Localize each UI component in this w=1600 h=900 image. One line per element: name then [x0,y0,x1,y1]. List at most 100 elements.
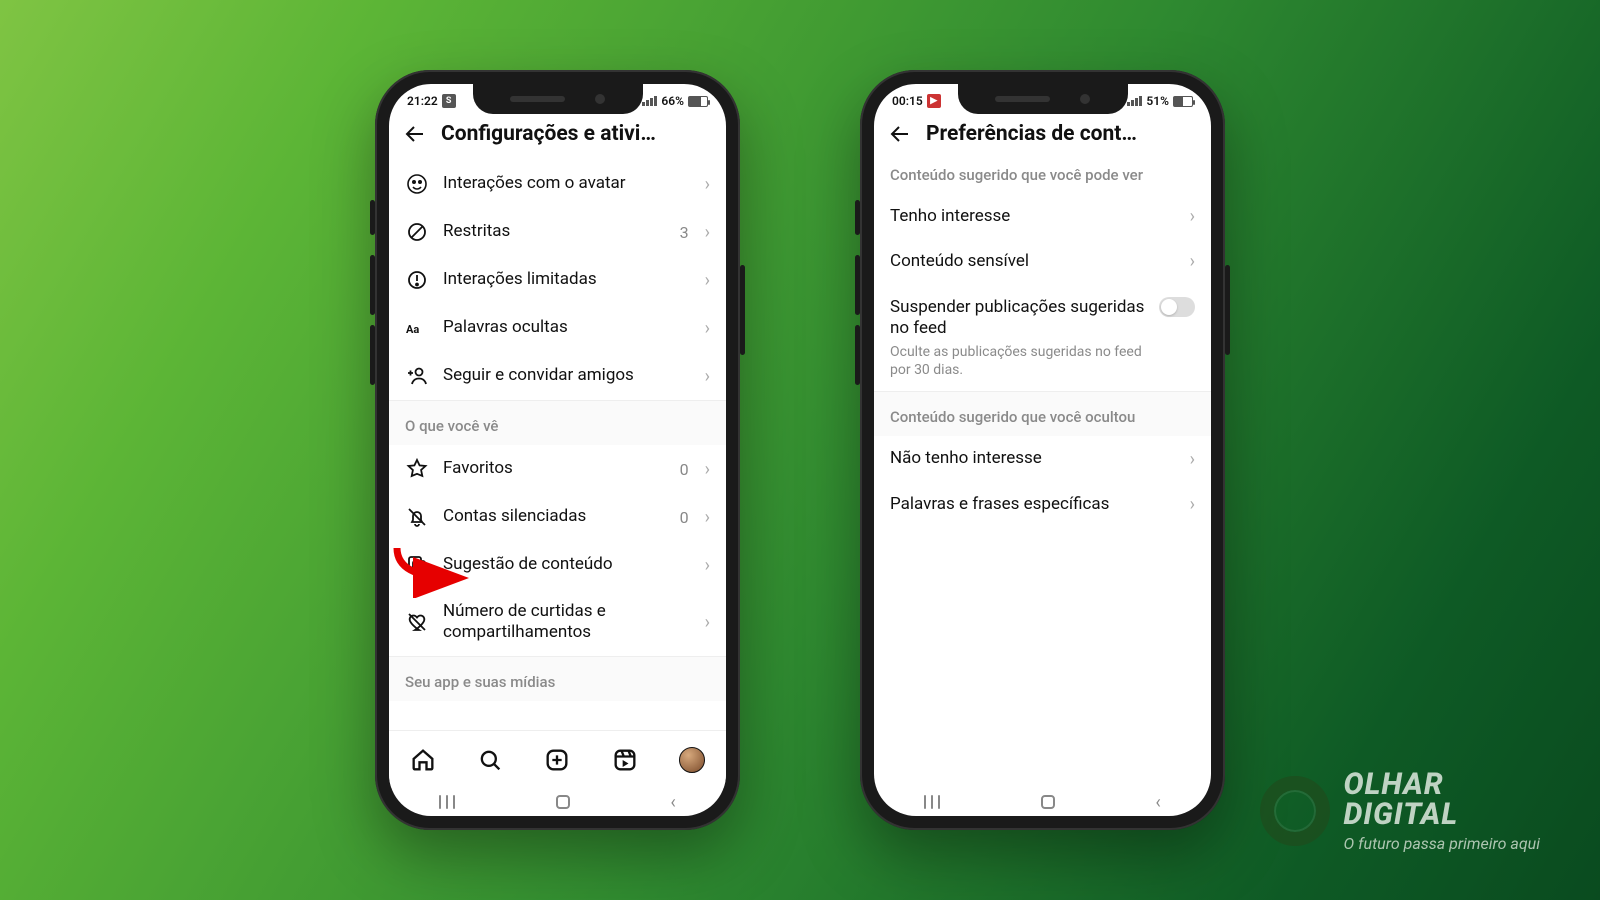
section-suggested-see: Conteúdo sugerido que você pode ver [874,160,1211,194]
toggle-switch[interactable] [1159,297,1195,317]
row-avatar-interactions[interactable]: Interações com o avatar › [389,160,726,208]
row-label: Restritas [443,221,666,242]
phone-frame-2: 00:15 ▶ 51% Preferências de cont… Conteú… [860,70,1225,830]
chevron-right-icon: › [705,459,710,480]
chevron-right-icon: › [705,555,710,576]
chevron-right-icon: › [1190,206,1195,227]
signal-icon [1127,96,1142,106]
phone1-screen: 21:22 S 66% Configurações e ativi… [389,84,726,816]
preferences-list: Conteúdo sugerido que você pode ver Tenh… [874,160,1211,782]
chevron-right-icon: › [705,174,710,195]
row-meta: 0 [680,460,689,479]
signal-icon [642,96,657,106]
row-label: Sugestão de conteúdo [443,554,691,575]
phone2-screen: 00:15 ▶ 51% Preferências de cont… Conteú… [874,84,1211,816]
chevron-right-icon: › [1190,449,1195,470]
notch [473,84,643,114]
user-plus-icon [405,364,429,388]
alert-icon [405,268,429,292]
row-label: Interações com o avatar [443,173,691,194]
cards-icon [405,553,429,577]
watermark-tagline: O futuro passa primeiro aqui [1344,836,1540,852]
row-likes-shares[interactable]: Número de curtidas e compartilhamentos › [389,589,726,656]
tab-profile[interactable] [678,746,706,774]
star-icon [405,457,429,481]
nav-home[interactable] [1041,795,1055,809]
tab-search[interactable] [476,746,504,774]
row-limited-interactions[interactable]: Interações limitadas › [389,256,726,304]
nav-recents[interactable] [439,795,455,809]
chevron-right-icon: › [705,270,710,291]
header: Preferências de cont… [874,112,1211,160]
row-label: Número de curtidas e compartilhamentos [443,601,691,644]
row-favorites[interactable]: Favoritos 0 › [389,445,726,493]
chevron-right-icon: › [705,222,710,243]
row-specific-words[interactable]: Palavras e frases específicas › [874,482,1211,527]
bell-off-icon [405,505,429,529]
stage: 21:22 S 66% Configurações e ativi… [0,0,1600,900]
row-label: Palavras e frases específicas [890,494,1176,515]
row-suspend-suggested[interactable]: Suspender publicações sugeridas no feed … [874,285,1211,392]
row-sublabel: Oculte as publicações sugeridas no feed … [890,343,1145,379]
tab-home[interactable] [409,746,437,774]
row-label: Favoritos [443,458,666,479]
status-badge: S [442,94,456,108]
section-what-you-see: O que você vê [389,400,726,445]
nav-recents[interactable] [924,795,940,809]
row-label: Seguir e convidar amigos [443,365,691,386]
row-not-interested[interactable]: Não tenho interesse › [874,436,1211,481]
status-time: 00:15 [892,94,923,108]
row-label: Conteúdo sensível [890,251,1176,272]
row-label: Não tenho interesse [890,448,1176,469]
nav-back[interactable]: ‹ [1155,792,1160,813]
page-title: Configurações e ativi… [441,122,712,146]
nav-home[interactable] [556,795,570,809]
android-nav: ‹ [389,788,726,816]
chevron-right-icon: › [705,318,710,339]
row-label: Contas silenciadas [443,506,666,527]
tab-create[interactable] [543,746,571,774]
svg-text:Aa: Aa [406,323,419,336]
chevron-right-icon: › [1190,494,1195,515]
watermark-line2: DIGITAL [1344,800,1540,830]
back-arrow-icon[interactable] [888,122,912,146]
row-sensitive-content[interactable]: Conteúdo sensível › [874,239,1211,284]
notch [958,84,1128,114]
watermark-ring-icon [1260,776,1330,846]
chevron-right-icon: › [705,507,710,528]
battery-icon [1173,96,1193,107]
nav-back[interactable]: ‹ [670,792,675,813]
android-nav: ‹ [874,788,1211,816]
status-battery: 51% [1146,94,1169,108]
row-hidden-words[interactable]: Aa Palavras ocultas › [389,304,726,352]
row-content-suggestion[interactable]: Sugestão de conteúdo › [389,541,726,589]
chevron-right-icon: › [1190,251,1195,272]
watermark-line1: OLHAR [1344,770,1540,800]
chevron-right-icon: › [705,612,710,633]
row-follow-invite[interactable]: Seguir e convidar amigos › [389,352,726,400]
row-meta: 3 [680,223,689,242]
heart-off-icon [405,610,429,634]
row-restricted[interactable]: Restritas 3 › [389,208,726,256]
settings-list: Interações com o avatar › Restritas 3 › … [389,160,726,724]
battery-icon [688,96,708,107]
avatar-icon [679,747,705,773]
tab-reels[interactable] [611,746,639,774]
back-arrow-icon[interactable] [403,122,427,146]
avatar-icon [405,172,429,196]
status-badge: ▶ [927,94,941,108]
block-icon [405,220,429,244]
row-label: Suspender publicações sugeridas no feed [890,297,1144,338]
text-icon: Aa [405,316,429,340]
row-interested[interactable]: Tenho interesse › [874,194,1211,239]
header: Configurações e ativi… [389,112,726,160]
row-meta: 0 [680,508,689,527]
row-muted-accounts[interactable]: Contas silenciadas 0 › [389,493,726,541]
status-time: 21:22 [407,94,438,108]
row-label: Palavras ocultas [443,317,691,338]
section-suggested-hidden: Conteúdo sugerido que você ocultou [874,391,1211,436]
section-app-media: Seu app e suas mídias [389,656,726,701]
row-label: Interações limitadas [443,269,691,290]
phone-frame-1: 21:22 S 66% Configurações e ativi… [375,70,740,830]
status-battery: 66% [661,94,684,108]
